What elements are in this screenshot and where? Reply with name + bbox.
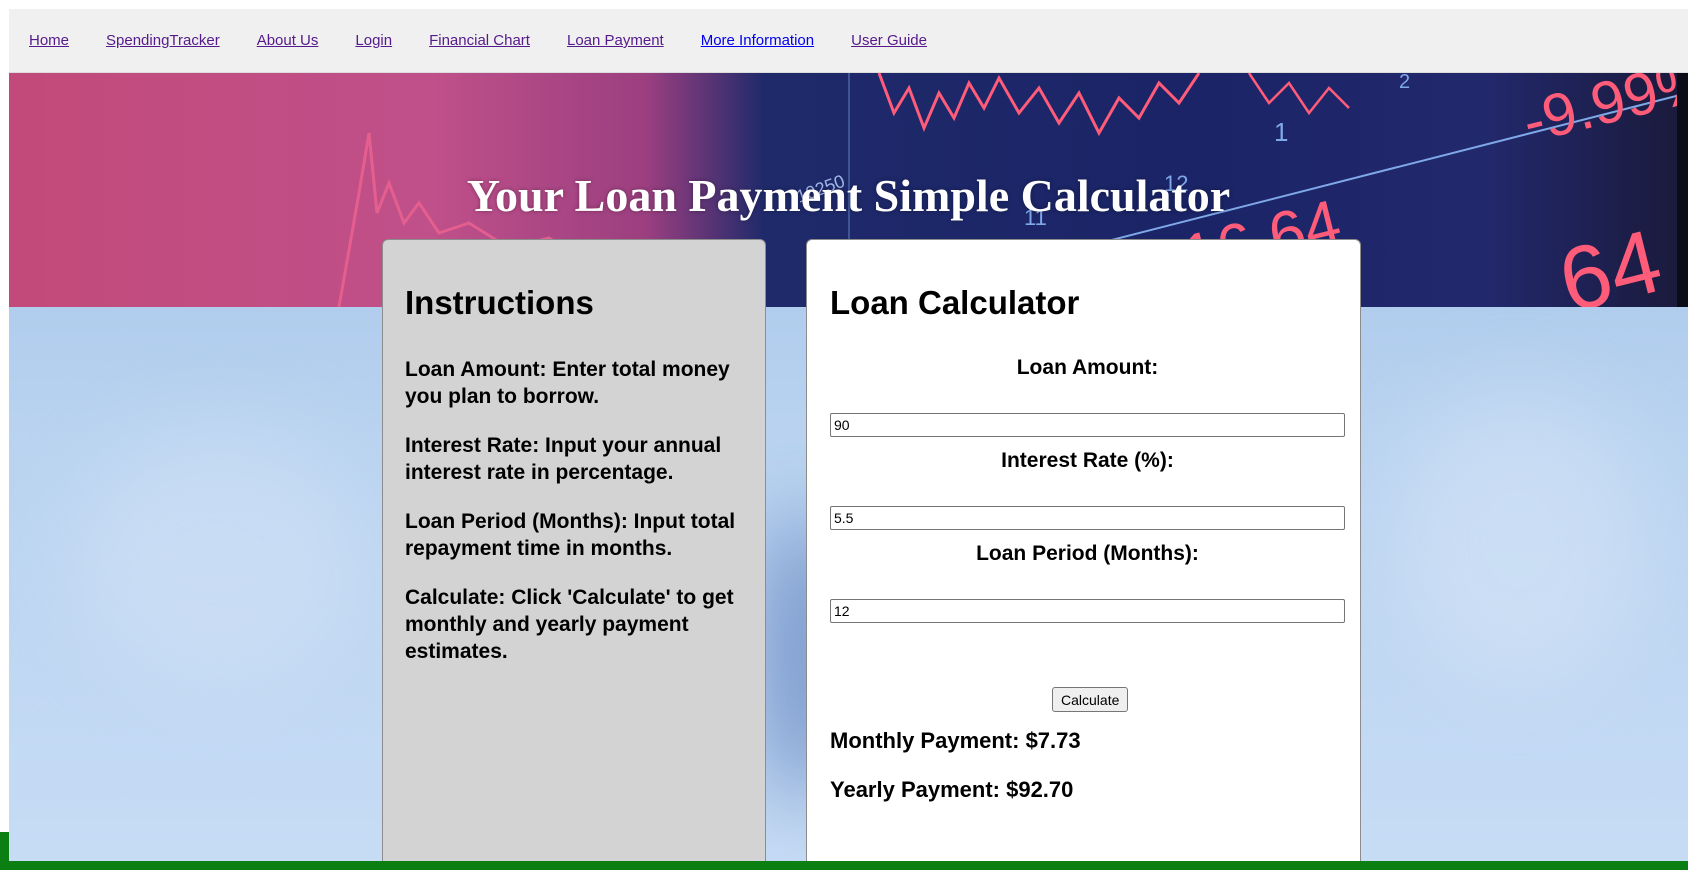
footer-bar: [0, 861, 1688, 870]
loan-period-label: Loan Period (Months):: [976, 542, 1199, 565]
monthly-payment-result: Monthly Payment: $7.73: [830, 728, 1081, 753]
loan-period-input[interactable]: [830, 599, 1345, 623]
instruction-calculate: Calculate: Click 'Calculate' to get mont…: [405, 586, 734, 663]
nav-link-spending-tracker[interactable]: SpendingTracker: [106, 32, 220, 49]
page-title: Your Loan Payment Simple Calculator: [466, 170, 1231, 221]
hero-figure: -9.99%: [1516, 73, 1688, 156]
hero-figure: 64: [1550, 211, 1671, 307]
yearly-payment-result: Yearly Payment: $92.70: [830, 777, 1074, 802]
background-blob: [69, 429, 369, 689]
nav-link-home[interactable]: Home: [29, 32, 69, 49]
nav-link-loan-payment[interactable]: Loan Payment: [567, 32, 664, 49]
interest-rate-input[interactable]: [830, 506, 1345, 530]
interest-rate-label: Interest Rate (%):: [1001, 449, 1174, 472]
hero-figure: 2: [1399, 73, 1410, 93]
loan-amount-label: Loan Amount:: [1016, 356, 1159, 379]
background-blob: [1389, 389, 1649, 689]
page: Home SpendingTracker About Us Login Fina…: [9, 9, 1688, 870]
nav-link-financial-chart[interactable]: Financial Chart: [429, 32, 530, 49]
loan-amount-input[interactable]: [830, 413, 1345, 437]
hero-figure: 1: [1274, 117, 1288, 147]
instruction-loan-period: Loan Period (Months): Input total repaym…: [405, 510, 736, 560]
instruction-interest-rate: Interest Rate: Input your annual interes…: [405, 434, 722, 484]
instruction-loan-amount: Loan Amount: Enter total money you plan …: [405, 358, 730, 408]
instructions-heading: Instructions: [405, 284, 594, 321]
instructions-panel: Instructions Loan Amount: Enter total mo…: [382, 239, 766, 870]
nav-link-login[interactable]: Login: [355, 32, 392, 49]
nav-link-user-guide[interactable]: User Guide: [851, 32, 927, 49]
nav-link-about-us[interactable]: About Us: [257, 32, 319, 49]
nav-link-more-information[interactable]: More Information: [701, 32, 814, 49]
calculator-heading: Loan Calculator: [830, 284, 1080, 321]
calculate-button[interactable]: Calculate: [1052, 687, 1129, 712]
top-navbar: Home SpendingTracker About Us Login Fina…: [9, 9, 1688, 73]
loan-calculator-panel: Loan Calculator Loan Amount: Interest Ra…: [806, 239, 1361, 870]
